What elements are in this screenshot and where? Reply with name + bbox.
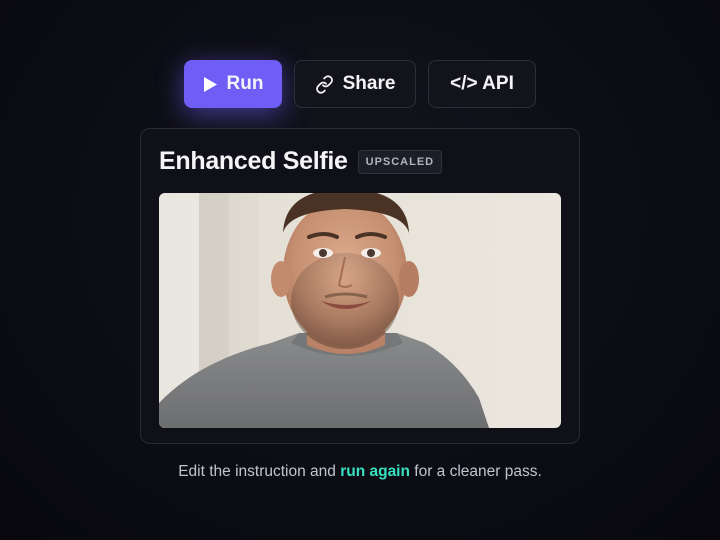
run-button[interactable]: Run [184, 60, 282, 108]
share-button-label: Share [342, 73, 396, 94]
hint-caption-start: Edit the instruction and [178, 463, 341, 480]
hint-caption: Edit the instruction and run again for a… [0, 463, 720, 481]
play-icon [203, 76, 218, 93]
run-again-link[interactable]: run again [340, 463, 410, 480]
hint-caption-end: for a cleaner pass. [409, 463, 542, 480]
status-badge: UPSCALED [357, 149, 443, 174]
selfie-portrait [159, 193, 561, 428]
api-button[interactable]: </> API [428, 60, 536, 108]
link-icon [315, 74, 334, 94]
api-button-label: </> API [450, 73, 514, 94]
action-toolbar: Run Share </> API [0, 60, 720, 108]
card-title: Enhanced Selfie [159, 147, 348, 175]
result-card: Enhanced Selfie UPSCALED [140, 128, 580, 444]
run-button-label: Run [226, 73, 264, 94]
card-header: Enhanced Selfie UPSCALED [159, 147, 443, 176]
result-image [159, 193, 561, 428]
share-button[interactable]: Share [294, 60, 416, 108]
